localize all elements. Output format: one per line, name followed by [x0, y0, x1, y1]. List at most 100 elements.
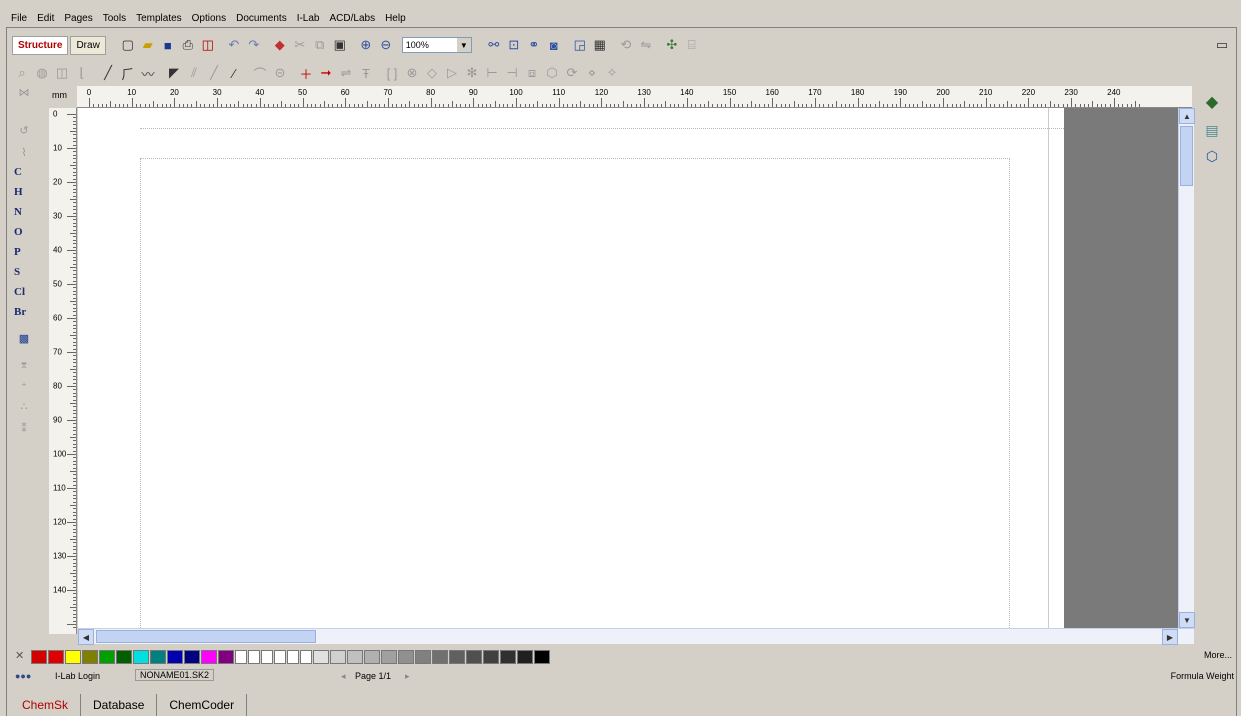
- color-swatch[interactable]: [133, 650, 149, 664]
- restore-window-icon[interactable]: ▭: [1212, 36, 1232, 54]
- bold-bond-icon[interactable]: ⁄: [224, 64, 244, 82]
- zoom-select[interactable]: 100% ▼: [401, 37, 472, 53]
- open-folder-icon[interactable]: ▰: [138, 36, 158, 54]
- tab-chemcoder[interactable]: ChemCoder: [157, 694, 248, 716]
- color-swatch[interactable]: [534, 650, 550, 664]
- element-bromine[interactable]: Br: [14, 306, 34, 318]
- 3d-model-icon[interactable]: ✣: [662, 36, 682, 54]
- element-sulfur[interactable]: S: [14, 266, 34, 278]
- template-icon[interactable]: ⬡: [542, 64, 562, 82]
- wave-bond-icon[interactable]: 〰: [138, 64, 158, 82]
- horizontal-scrollbar[interactable]: ◀ ▶: [78, 628, 1194, 645]
- select-frame-icon[interactable]: ⊡: [504, 36, 524, 54]
- wizard-icon[interactable]: ✧: [602, 64, 622, 82]
- plus-icon[interactable]: ＋: [296, 64, 316, 82]
- vertical-scroll-thumb[interactable]: [1180, 126, 1193, 186]
- tab-database[interactable]: Database: [81, 694, 158, 716]
- chart-icon[interactable]: ◲: [570, 36, 590, 54]
- radical-icon[interactable]: ∴: [14, 400, 34, 413]
- scroll-right-icon[interactable]: ▶: [1162, 629, 1178, 645]
- color-swatch[interactable]: [449, 650, 465, 664]
- page-setup-icon[interactable]: ◫: [198, 36, 218, 54]
- element-nitrogen[interactable]: N: [14, 206, 34, 218]
- menu-options[interactable]: Options: [187, 13, 231, 24]
- element-carbon[interactable]: C: [14, 166, 34, 178]
- scroll-up-icon[interactable]: ▲: [1179, 108, 1195, 124]
- equilibrium-icon[interactable]: ⇌: [336, 64, 356, 82]
- color-swatch[interactable]: [483, 650, 499, 664]
- shape-icon[interactable]: ◇: [422, 64, 442, 82]
- scroll-down-icon[interactable]: ▼: [1179, 612, 1195, 628]
- zoom-tool-icon[interactable]: ⌕: [12, 64, 32, 82]
- color-swatch[interactable]: [218, 650, 234, 664]
- copy-icon[interactable]: ⧉: [310, 36, 330, 54]
- line-icon[interactable]: ╱: [204, 64, 224, 82]
- 3d-viewer-icon[interactable]: ◆: [1202, 92, 1222, 112]
- color-swatch[interactable]: [261, 650, 273, 664]
- color-swatch[interactable]: [415, 650, 431, 664]
- color-swatch[interactable]: [167, 650, 183, 664]
- undo-icon[interactable]: ↶: [224, 36, 244, 54]
- vertical-scrollbar[interactable]: ▲ ▼: [1178, 108, 1195, 628]
- color-swatch[interactable]: [432, 650, 448, 664]
- color-swatch[interactable]: [248, 650, 260, 664]
- prev-page-icon[interactable]: ◂: [341, 671, 346, 682]
- element-phosphorus[interactable]: P: [14, 246, 34, 258]
- flip-icon[interactable]: ⇋: [636, 36, 656, 54]
- color-swatch[interactable]: [48, 650, 64, 664]
- rotate-tool-icon[interactable]: ↺: [14, 124, 34, 137]
- save-icon[interactable]: ■: [158, 36, 178, 54]
- chain-tool-icon[interactable]: ⺁: [118, 64, 138, 82]
- spectrum-icon[interactable]: ⌸: [682, 36, 702, 54]
- tab-chemsk[interactable]: ChemSk: [10, 694, 82, 716]
- layer-icon[interactable]: ⧈: [522, 64, 542, 82]
- color-swatch[interactable]: [287, 650, 299, 664]
- group-icon[interactable]: ⚯: [484, 36, 504, 54]
- color-swatch[interactable]: [398, 650, 414, 664]
- color-swatch[interactable]: [313, 650, 329, 664]
- color-swatch[interactable]: [150, 650, 166, 664]
- zoom-in-icon[interactable]: ⊕: [356, 36, 376, 54]
- print-icon[interactable]: ⎙: [178, 36, 198, 54]
- color-swatch[interactable]: [300, 650, 312, 664]
- periodic-table-icon[interactable]: ▩: [14, 332, 34, 345]
- hash-bond-icon[interactable]: ⫽: [184, 64, 204, 82]
- lasso-icon[interactable]: ◍: [32, 64, 52, 82]
- bond-tool-icon[interactable]: ╱: [98, 64, 118, 82]
- color-swatch[interactable]: [381, 650, 397, 664]
- rotate-icon[interactable]: ⟲: [616, 36, 636, 54]
- menu-templates[interactable]: Templates: [131, 13, 187, 24]
- menu-edit[interactable]: Edit: [32, 13, 59, 24]
- clean-icon[interactable]: ◆: [270, 36, 290, 54]
- menu-ilab[interactable]: I-Lab: [292, 13, 325, 24]
- next-page-icon[interactable]: ▸: [405, 671, 410, 682]
- element-chlorine[interactable]: Cl: [14, 286, 34, 298]
- distribute-icon[interactable]: ⊣: [502, 64, 522, 82]
- color-swatch[interactable]: [500, 650, 516, 664]
- atom-map-icon[interactable]: ✻: [462, 64, 482, 82]
- fragment-icon[interactable]: ⌆: [14, 358, 34, 371]
- menu-file[interactable]: File: [6, 13, 32, 24]
- color-swatch[interactable]: [330, 650, 346, 664]
- rectangle-select-icon[interactable]: ◫: [52, 64, 72, 82]
- atom-list-icon[interactable]: ⁑: [14, 422, 34, 435]
- layers-panel-icon[interactable]: ▤: [1202, 122, 1222, 139]
- orbital-icon[interactable]: ⊗: [402, 64, 422, 82]
- ring-icon[interactable]: ⌒: [250, 64, 270, 82]
- charge-icon[interactable]: ⊝: [270, 64, 290, 82]
- menu-tools[interactable]: Tools: [98, 13, 131, 24]
- color-swatch[interactable]: [201, 650, 217, 664]
- wedge-bond-icon[interactable]: ◤: [164, 64, 184, 82]
- menu-help[interactable]: Help: [380, 13, 411, 24]
- reaction-icon[interactable]: ⋄: [582, 64, 602, 82]
- color-swatch[interactable]: [184, 650, 200, 664]
- draw-mode-tab[interactable]: Draw: [70, 35, 106, 55]
- element-hydrogen[interactable]: H: [14, 186, 34, 198]
- element-oxygen[interactable]: O: [14, 226, 34, 238]
- atom-charge-icon[interactable]: ⁺: [14, 380, 34, 393]
- bracket-icon[interactable]: ⌊: [72, 64, 92, 82]
- structure-mode-tab[interactable]: Structure: [12, 35, 69, 55]
- paste-icon[interactable]: ▣: [330, 36, 350, 54]
- no-color-icon[interactable]: ✕: [15, 649, 24, 662]
- ilab-login-status[interactable]: I-Lab Login: [55, 671, 100, 681]
